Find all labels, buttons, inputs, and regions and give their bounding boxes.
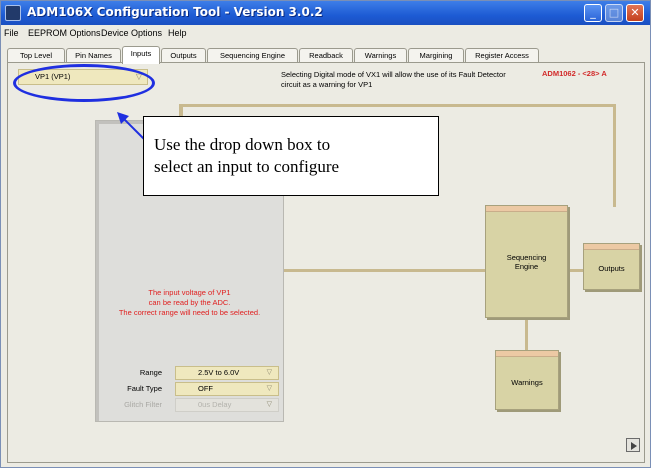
callout-text: Use the drop down box to xyxy=(154,135,331,154)
callout-arrow xyxy=(117,112,150,145)
play-icon xyxy=(631,442,637,450)
app-window: ADM106X Configuration Tool - Version 3.0… xyxy=(0,0,651,468)
play-button[interactable] xyxy=(626,438,640,452)
callout-box: Use the drop down box to select an input… xyxy=(143,116,439,196)
callout-text: select an input to configure xyxy=(154,157,340,176)
tab-inputs[interactable]: Inputs xyxy=(122,46,160,64)
